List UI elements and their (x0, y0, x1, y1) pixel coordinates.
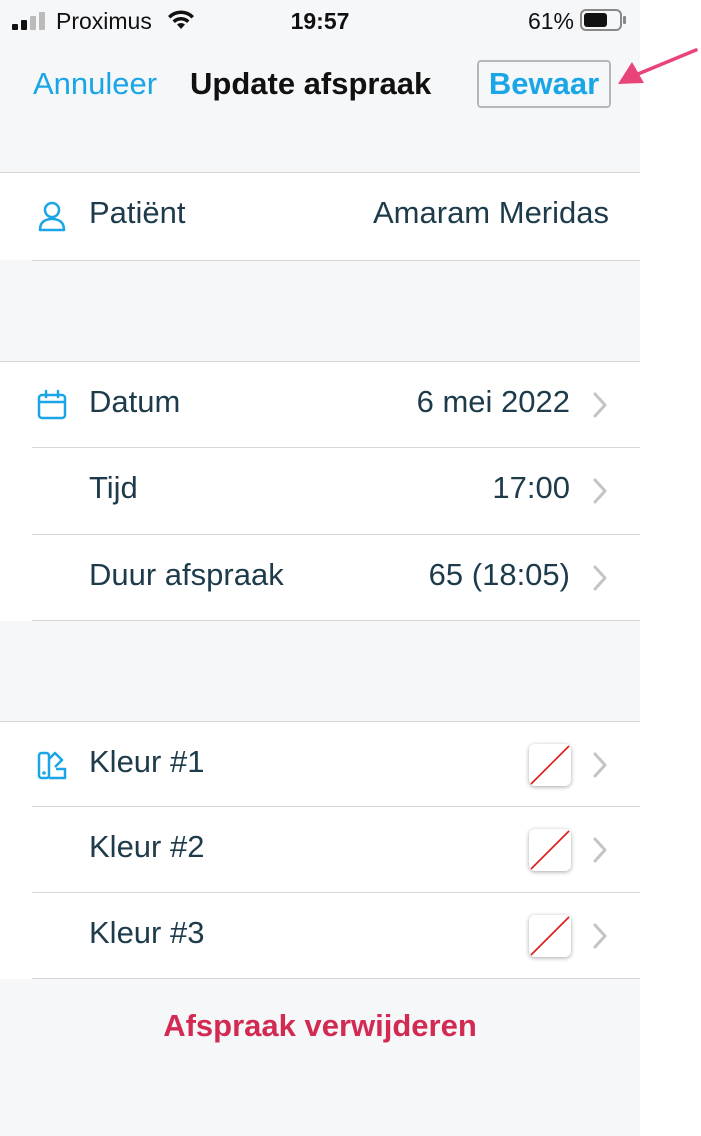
date-row[interactable]: Datum 6 mei 2022 (0, 362, 640, 448)
patient-row[interactable]: Patiënt Amaram Meridas (0, 173, 640, 259)
chevron-right-icon (593, 837, 607, 863)
color-3-label: Kleur #3 (89, 915, 205, 950)
date-value: 6 mei 2022 (416, 384, 570, 419)
app-screen: Proximus 19:57 61% Annuleer Update afspr… (0, 0, 640, 1136)
battery-icon (580, 9, 626, 31)
page-title: Update afspraak (190, 66, 432, 101)
chevron-right-icon (593, 478, 607, 504)
annotation-arrow-icon (618, 48, 698, 84)
color-2-swatch (529, 829, 571, 871)
duration-row[interactable]: Duur afspraak 65 (18:05) (0, 535, 640, 621)
duration-value: 65 (18:05) (428, 557, 570, 592)
chevron-right-icon (593, 752, 607, 778)
navigation-bar: Annuleer Update afspraak Bewaar (0, 44, 640, 124)
color-row-1[interactable]: Kleur #1 (0, 722, 640, 808)
chevron-right-icon (593, 923, 607, 949)
patient-value: Amaram Meridas (373, 195, 609, 230)
divider (32, 620, 640, 621)
time-row[interactable]: Tijd 17:00 (0, 448, 640, 534)
color-row-2[interactable]: Kleur #2 (0, 807, 640, 893)
color-2-label: Kleur #2 (89, 829, 205, 864)
colors-section: Kleur #1 Kleur #2 Kleur #3 (0, 721, 640, 979)
status-bar: Proximus 19:57 61% (0, 0, 640, 40)
delete-appointment-button[interactable]: Afspraak verwijderen (0, 1008, 640, 1044)
battery-percentage: 61% (527, 8, 574, 34)
divider (32, 978, 640, 979)
patient-label: Patiënt (89, 195, 186, 230)
chevron-right-icon (593, 392, 607, 418)
divider (32, 260, 640, 261)
patient-section: Patiënt Amaram Meridas (0, 172, 640, 260)
time-value: 17:00 (492, 470, 570, 505)
date-label: Datum (89, 384, 181, 419)
color-row-3[interactable]: Kleur #3 (0, 893, 640, 979)
person-icon (38, 201, 66, 232)
calendar-icon (37, 389, 67, 420)
save-button[interactable]: Bewaar (477, 60, 611, 108)
color-3-swatch (529, 915, 571, 957)
color-1-swatch (529, 744, 571, 786)
chevron-right-icon (593, 565, 607, 591)
cancel-button[interactable]: Annuleer (33, 66, 157, 102)
duration-label: Duur afspraak (89, 557, 284, 592)
color-1-label: Kleur #1 (89, 744, 205, 779)
color-swatch-icon (37, 751, 67, 780)
schedule-section: Datum 6 mei 2022 Tijd 17:00 Duur afspraa… (0, 361, 640, 621)
time-label: Tijd (89, 470, 138, 505)
